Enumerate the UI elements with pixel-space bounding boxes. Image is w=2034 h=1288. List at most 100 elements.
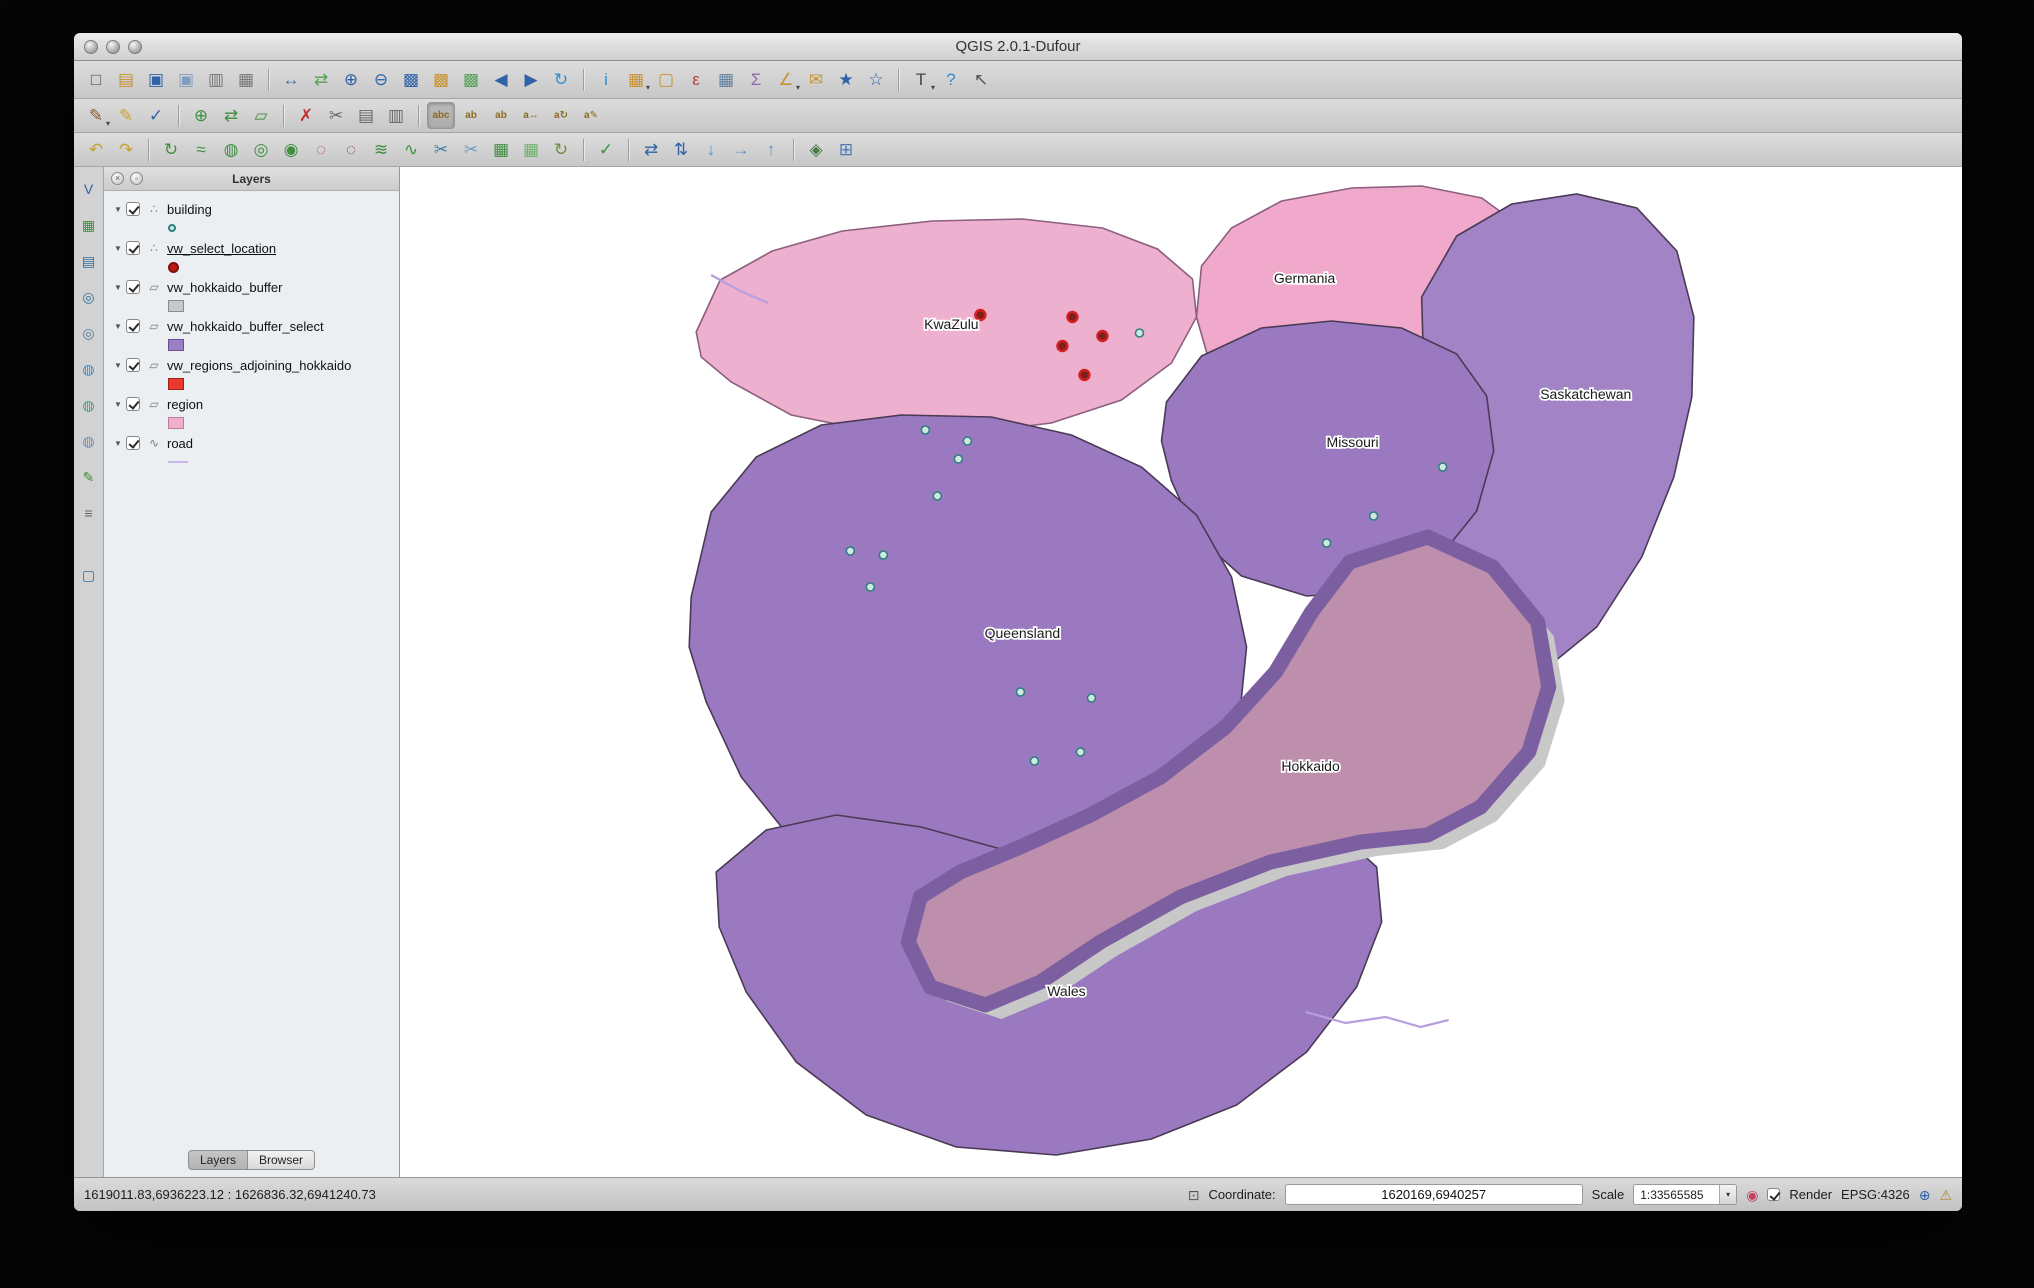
layer-name[interactable]: vw_hokkaido_buffer_select <box>167 319 324 334</box>
reshape-features-icon[interactable]: ∿ <box>397 136 425 163</box>
layer-visibility-checkbox[interactable] <box>126 241 140 255</box>
add-part-icon[interactable]: ◎ <box>247 136 275 163</box>
layer-name[interactable]: road <box>167 436 193 451</box>
paste-features-icon[interactable]: ▥ <box>382 102 410 129</box>
add-spatialite-layer-icon[interactable]: ◎ <box>77 285 101 309</box>
layer-visibility-checkbox[interactable] <box>126 319 140 333</box>
messages-icon[interactable]: ⚠ <box>1939 1188 1952 1202</box>
delete-part-icon[interactable]: ◌ <box>337 136 365 163</box>
rotate-feature-icon[interactable]: ↻ <box>157 136 185 163</box>
osm-import-topology-icon[interactable]: → <box>727 136 755 163</box>
add-feature-icon[interactable]: ⊕ <box>187 102 215 129</box>
deselect-features-icon[interactable]: ▢ <box>652 66 680 93</box>
cut-features-icon[interactable]: ✂ <box>322 102 350 129</box>
add-wms-layer-icon[interactable]: ◍ <box>77 357 101 381</box>
undo-icon[interactable]: ↶ <box>82 136 110 163</box>
move-feature-icon[interactable]: ⇄ <box>217 102 245 129</box>
highlight-labels-icon[interactable]: ab <box>487 102 515 129</box>
merge-feature-attributes-icon[interactable]: ▦ <box>517 136 545 163</box>
layer-visibility-checkbox[interactable] <box>126 280 140 294</box>
disclosure-triangle[interactable]: ▼ <box>110 283 126 292</box>
zoom-out-icon[interactable]: ⊖ <box>367 66 395 93</box>
open-project-icon[interactable]: ▤ <box>112 66 140 93</box>
toggle-editing-icon[interactable]: ✎ <box>112 102 140 129</box>
add-wcs-layer-icon[interactable]: ◍ <box>77 393 101 417</box>
refresh-map-icon[interactable]: ↻ <box>547 66 575 93</box>
plugin-manager-icon[interactable]: ⊞ <box>832 136 860 163</box>
layer-name[interactable]: building <box>167 202 212 217</box>
check-geometry-validity-icon[interactable]: ✓ <box>592 136 620 163</box>
disclosure-triangle[interactable]: ▼ <box>110 439 126 448</box>
zoom-last-icon[interactable]: ◀ <box>487 66 515 93</box>
layer-visibility-checkbox[interactable] <box>126 436 140 450</box>
select-features-icon[interactable]: ▦ ▾ <box>622 66 650 93</box>
copy-features-icon[interactable]: ▤ <box>352 102 380 129</box>
layer-name[interactable]: vw_regions_adjoining_hokkaido <box>167 358 351 373</box>
simplify-feature-icon[interactable]: ≈ <box>187 136 215 163</box>
map-canvas[interactable]: KwaZulu Germania Saskatchewan Missouri Q… <box>400 167 1962 1177</box>
measure-line-icon[interactable]: ∠ ▾ <box>772 66 800 93</box>
zoom-next-icon[interactable]: ▶ <box>517 66 545 93</box>
crs-status-icon[interactable]: ⊕ <box>1919 1188 1931 1202</box>
delete-ring-icon[interactable]: ◌ <box>307 136 335 163</box>
field-calculator-icon[interactable]: Σ <box>742 66 770 93</box>
pan-to-selection-icon[interactable]: ⇄ <box>307 66 335 93</box>
stop-rendering-icon[interactable]: ◉ <box>1746 1188 1758 1202</box>
disclosure-triangle[interactable]: ▼ <box>110 400 126 409</box>
pin-labels-icon[interactable]: ab <box>457 102 485 129</box>
add-wfs-layer-icon[interactable]: ◍ <box>77 429 101 453</box>
new-bookmark-icon[interactable]: ★ <box>832 66 860 93</box>
identify-features-icon[interactable]: i <box>592 66 620 93</box>
disclosure-triangle[interactable]: ▼ <box>110 244 126 253</box>
merge-features-icon[interactable]: ▦ <box>487 136 515 163</box>
show-bookmarks-icon[interactable]: ☆ <box>862 66 890 93</box>
crs-indicator[interactable]: EPSG:4326 <box>1841 1187 1910 1202</box>
scale-dropdown-arrow[interactable]: ▾ <box>1719 1185 1737 1204</box>
current-edits-icon[interactable]: ✎ ▾ <box>82 102 110 129</box>
zoom-to-layer-icon[interactable]: ▩ <box>457 66 485 93</box>
pan-map-icon[interactable]: ↔ <box>277 66 305 93</box>
help-contents-icon[interactable]: ? <box>937 66 965 93</box>
convert-to-offline-project-icon[interactable]: ⇄ <box>637 136 665 163</box>
add-mssql-layer-icon[interactable]: ◎ <box>77 321 101 345</box>
layer-labeling-icon[interactable]: abc <box>427 102 455 129</box>
whats-this-icon[interactable]: ↖ <box>967 66 995 93</box>
tab-layers[interactable]: Layers <box>187 1150 248 1170</box>
add-raster-layer-icon[interactable]: ▦ <box>77 213 101 237</box>
save-project-icon[interactable]: ▣ <box>142 66 170 93</box>
offset-curve-icon[interactable]: ≋ <box>367 136 395 163</box>
new-project-icon[interactable]: □ <box>82 66 110 93</box>
zoom-full-icon[interactable]: ▩ <box>397 66 425 93</box>
close-window-button[interactable] <box>84 40 98 54</box>
layer-name[interactable]: region <box>167 397 203 412</box>
gps-tools-icon[interactable]: ◈ <box>802 136 830 163</box>
mouse-position-icon[interactable]: ⊡ <box>1188 1188 1200 1202</box>
render-checkbox[interactable] <box>1767 1188 1781 1201</box>
zoom-in-icon[interactable]: ⊕ <box>337 66 365 93</box>
panel-close-button[interactable]: × <box>111 172 124 185</box>
rotate-label-icon[interactable]: a↻ <box>547 102 575 129</box>
new-shapefile-layer-icon[interactable]: ✎ <box>77 465 101 489</box>
zoom-to-selection-icon[interactable]: ▩ <box>427 66 455 93</box>
split-features-icon[interactable]: ✂ <box>427 136 455 163</box>
rotate-point-symbols-icon[interactable]: ↻ <box>547 136 575 163</box>
add-postgis-layer-icon[interactable]: ▤ <box>77 249 101 273</box>
disclosure-triangle[interactable]: ▼ <box>110 322 126 331</box>
layer-visibility-checkbox[interactable] <box>126 202 140 216</box>
fill-ring-icon[interactable]: ◉ <box>277 136 305 163</box>
disclosure-triangle[interactable]: ▼ <box>110 205 126 214</box>
node-tool-icon[interactable]: ▱ <box>247 102 275 129</box>
add-delimited-text-layer-icon[interactable]: ≡ <box>77 501 101 525</box>
split-parts-icon[interactable]: ✂ <box>457 136 485 163</box>
tab-browser[interactable]: Browser <box>248 1150 316 1170</box>
add-vector-layer-icon[interactable]: V <box>77 177 101 201</box>
synchronize-offline-edits-icon[interactable]: ⇅ <box>667 136 695 163</box>
scale-combobox[interactable]: 1:33565585 ▾ <box>1633 1184 1738 1205</box>
save-layer-edits-icon[interactable]: ✓ <box>142 102 170 129</box>
move-label-icon[interactable]: a↔ <box>517 102 545 129</box>
disclosure-triangle[interactable]: ▼ <box>110 361 126 370</box>
save-project-as-icon[interactable]: ▣ <box>172 66 200 93</box>
minimize-window-button[interactable] <box>106 40 120 54</box>
layer-name[interactable]: vw_select_location <box>167 241 276 256</box>
coordinate-input[interactable] <box>1284 1184 1583 1205</box>
